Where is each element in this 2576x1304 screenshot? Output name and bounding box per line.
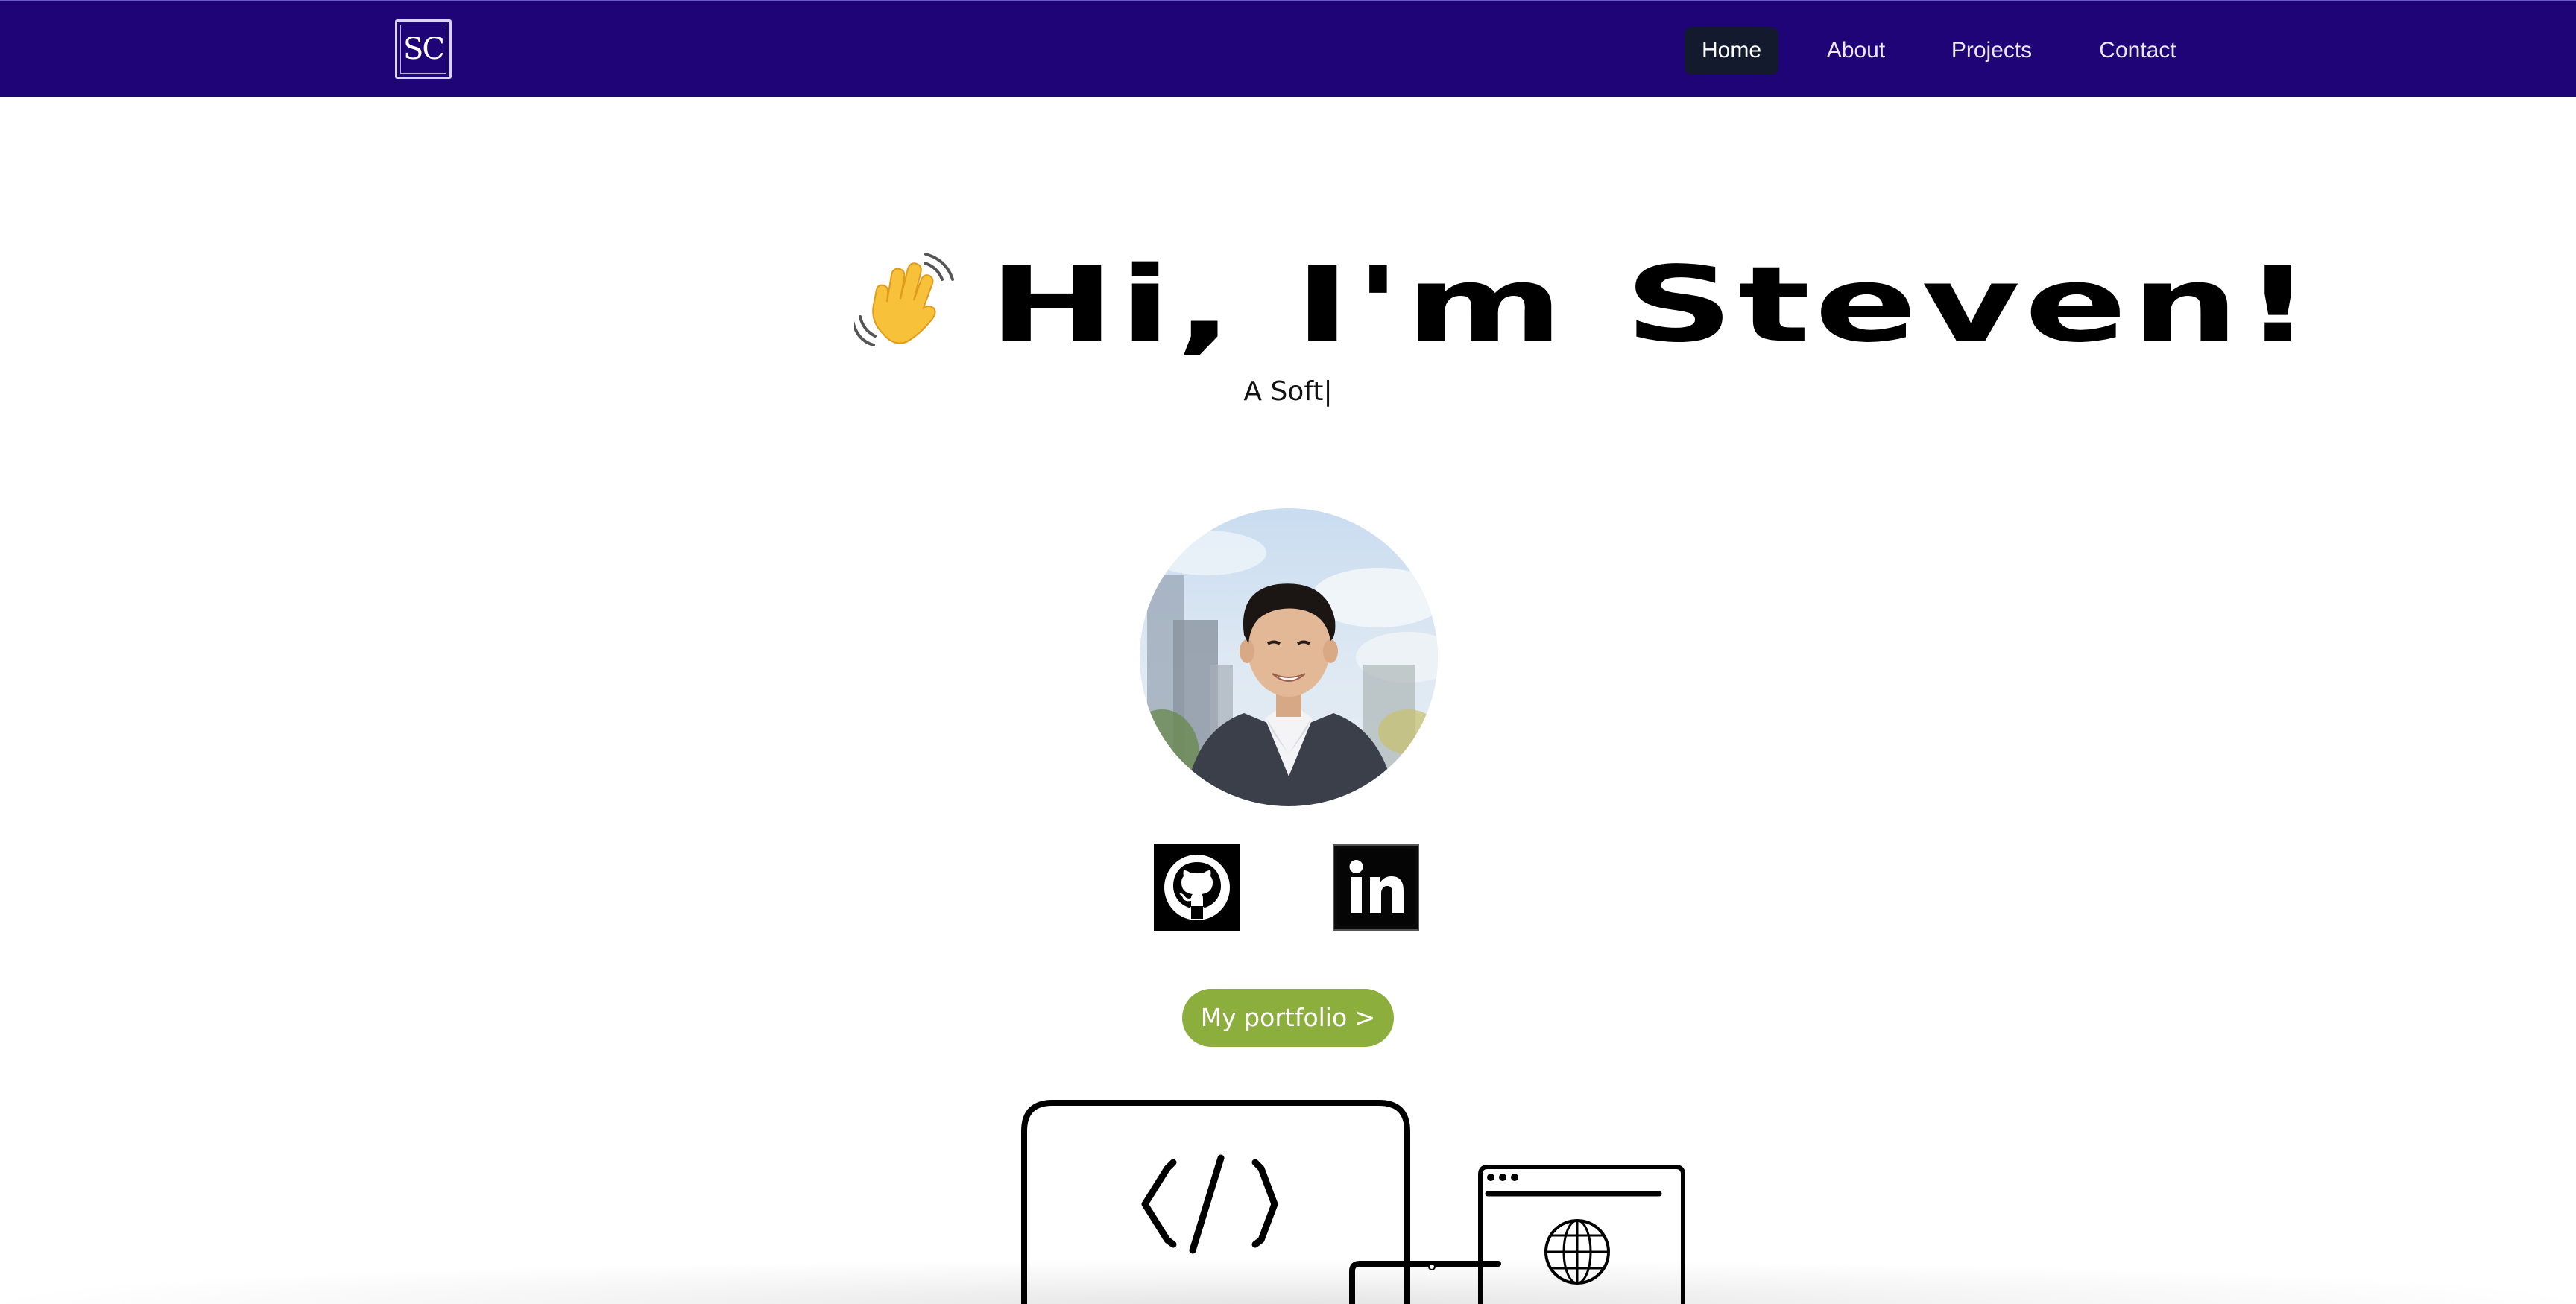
nav-contact[interactable]: Contact [2089,27,2186,75]
portfolio-button[interactable]: My portfolio > [1182,989,1394,1047]
devices-illustration [1014,1095,1685,1304]
nav-home[interactable]: Home [1685,27,1778,75]
waving-hand-icon [850,252,959,349]
github-link[interactable] [1154,844,1240,931]
linkedin-icon [1337,849,1415,926]
top-navbar: SC Home About Projects Contact [0,0,2576,97]
profile-photo [1140,508,1438,806]
page: SC Home About Projects Contact Hi, I'm S… [0,0,2576,1304]
nav-projects[interactable]: Projects [1942,27,2042,75]
nav-about[interactable]: About [1817,27,1895,75]
hero-heading: Hi, I'm Steven! [0,244,2576,366]
linkedin-link[interactable] [1333,844,1419,931]
github-icon [1164,855,1230,920]
nav-menu: Home About Projects Contact [0,27,2576,75]
hero-title: Hi, I'm Steven! [988,244,2317,366]
hero-subtitle: A Soft| [1243,376,1333,407]
